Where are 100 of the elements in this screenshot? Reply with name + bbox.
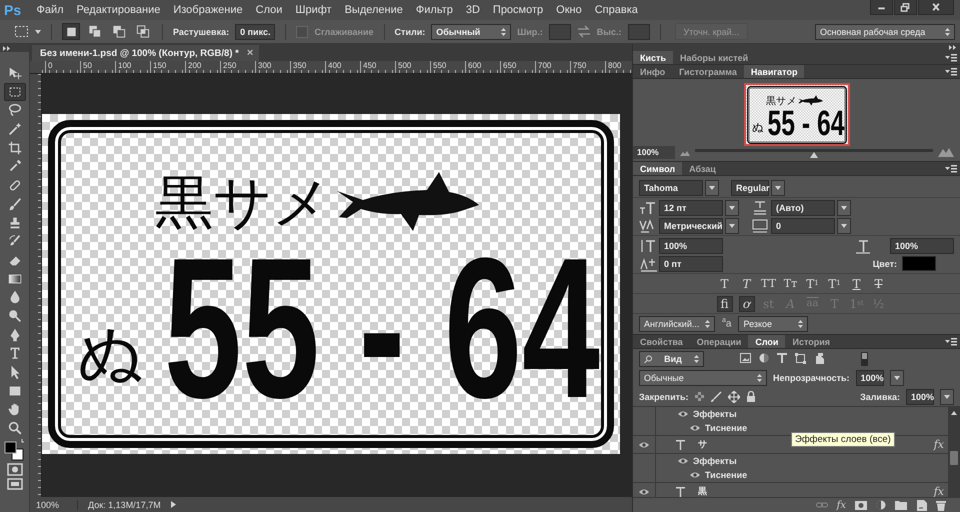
trash-icon[interactable] bbox=[936, 500, 946, 510]
kerning-field[interactable]: Метрический bbox=[659, 218, 723, 234]
panel-tab[interactable]: Инфо bbox=[633, 65, 672, 78]
effects-badge[interactable]: fx bbox=[934, 485, 944, 497]
panel-tab[interactable]: Навигатор bbox=[744, 65, 804, 78]
text-style-button[interactable]: T bbox=[716, 276, 732, 292]
arrow-icon[interactable] bbox=[170, 501, 176, 508]
panel-tab[interactable]: Наборы кистей bbox=[672, 51, 756, 64]
menu-item[interactable]: Слои bbox=[249, 4, 289, 16]
baseline-field[interactable]: 0 пт bbox=[659, 256, 723, 272]
blend-mode-dropdown[interactable]: Обычные bbox=[639, 370, 767, 386]
navigator-preview[interactable]: 黒サメ ぬ 55 - 64 bbox=[744, 83, 850, 146]
text-style-button[interactable]: T bbox=[848, 276, 864, 292]
lock-icon[interactable] bbox=[746, 391, 756, 402]
effects-label[interactable]: Эффекты bbox=[693, 409, 737, 419]
font-size-field[interactable]: 12 пт bbox=[659, 200, 723, 216]
swap-icon[interactable] bbox=[576, 25, 591, 38]
toggle-switch[interactable] bbox=[861, 352, 868, 366]
checkerboard-icon[interactable] bbox=[694, 392, 704, 401]
scrollbar-thumb[interactable] bbox=[950, 451, 958, 465]
add-style-button[interactable]: fx bbox=[836, 500, 846, 510]
scroll-up-icon[interactable] bbox=[951, 411, 957, 415]
move-icon[interactable] bbox=[728, 390, 740, 402]
dropdown-button[interactable] bbox=[890, 370, 904, 386]
color-swatches[interactable] bbox=[2, 438, 26, 462]
close-button[interactable]: × bbox=[246, 47, 254, 59]
menu-item[interactable]: Файл bbox=[30, 4, 70, 16]
circle-icon[interactable] bbox=[759, 353, 769, 363]
panel-menu-icon[interactable] bbox=[945, 164, 957, 173]
panel-tab[interactable]: Кисть bbox=[633, 51, 673, 64]
new-layer-icon[interactable] bbox=[916, 500, 927, 510]
adjustment-icon[interactable] bbox=[876, 500, 886, 510]
panel-tab[interactable]: Операции bbox=[690, 335, 748, 348]
menu-item[interactable]: Изображение bbox=[166, 4, 250, 16]
type-icon[interactable] bbox=[777, 353, 787, 363]
menu-item[interactable]: Просмотр bbox=[486, 4, 550, 16]
quick-mask-icon[interactable] bbox=[6, 462, 24, 477]
intersect-selection-icon[interactable] bbox=[134, 23, 152, 40]
minimize-icon[interactable] bbox=[870, 0, 893, 15]
panel-tab[interactable]: Абзац bbox=[682, 162, 723, 175]
mask-icon[interactable] bbox=[855, 500, 867, 510]
dropdown-button[interactable] bbox=[837, 218, 851, 234]
folder-icon[interactable] bbox=[895, 500, 907, 510]
dropdown-button[interactable] bbox=[940, 388, 954, 404]
eye-icon[interactable] bbox=[690, 471, 700, 479]
small-mountain-icon[interactable] bbox=[680, 150, 690, 156]
font-family-field[interactable]: Tahoma bbox=[639, 180, 703, 196]
fill-field[interactable]: 100% bbox=[906, 388, 934, 404]
eye-icon[interactable] bbox=[639, 488, 649, 496]
panel-tab[interactable]: Символ bbox=[633, 162, 682, 175]
text-style-button[interactable]: TT bbox=[760, 276, 776, 292]
opentype-button[interactable]: ơ bbox=[738, 296, 754, 312]
large-mountain-icon[interactable] bbox=[938, 148, 954, 157]
restore-icon[interactable] bbox=[894, 0, 917, 15]
panel-menu-icon[interactable] bbox=[945, 67, 957, 76]
panel-tab[interactable]: Слои bbox=[748, 335, 786, 348]
dropdown-button[interactable] bbox=[771, 180, 785, 196]
color-swatch[interactable] bbox=[902, 256, 936, 271]
effects-label[interactable]: Эффекты bbox=[693, 456, 737, 466]
text-style-button[interactable]: T bbox=[870, 276, 886, 292]
slider-thumb[interactable] bbox=[810, 152, 818, 158]
workspace-dropdown[interactable]: Основная рабочая среда bbox=[815, 24, 955, 40]
filter-dropdown[interactable]: Вид bbox=[639, 350, 704, 366]
antialias-dropdown[interactable]: Резкое bbox=[738, 316, 808, 332]
tracking-field[interactable]: 0 bbox=[771, 218, 835, 234]
eye-icon[interactable] bbox=[639, 440, 649, 448]
menu-item[interactable]: Фильтр bbox=[409, 4, 460, 16]
font-style-field[interactable]: Regular bbox=[731, 180, 769, 196]
scrollbar[interactable] bbox=[948, 407, 960, 497]
zoom-field[interactable]: 100% bbox=[633, 146, 675, 159]
marquee-icon[interactable] bbox=[4, 82, 26, 101]
document-tab[interactable]: Без имени-1.psd @ 100% (Контур, RGB/8) * × bbox=[32, 45, 260, 61]
transform-icon[interactable] bbox=[795, 353, 806, 364]
text-style-button[interactable]: T bbox=[738, 276, 754, 292]
menu-item[interactable]: Окно bbox=[550, 4, 588, 16]
menu-item[interactable]: Выделение bbox=[338, 4, 410, 16]
panel-tab[interactable]: История bbox=[785, 335, 838, 348]
menu-item[interactable]: Редактирование bbox=[70, 4, 167, 16]
vertical-scale-field[interactable]: 100% bbox=[659, 238, 723, 254]
screen-mode-icon[interactable] bbox=[6, 476, 24, 491]
opentype-button[interactable]: fi bbox=[716, 296, 732, 312]
dropdown-button[interactable] bbox=[705, 180, 719, 196]
layer-name[interactable]: 黒 bbox=[698, 485, 707, 497]
dropdown-button[interactable] bbox=[837, 200, 851, 216]
eye-icon[interactable] bbox=[678, 457, 688, 465]
width-field[interactable] bbox=[548, 24, 571, 40]
effects-badge[interactable]: fx bbox=[934, 438, 944, 451]
close-icon[interactable] bbox=[918, 0, 954, 15]
height-field[interactable] bbox=[628, 24, 650, 40]
horizontal-scale-field[interactable]: 100% bbox=[890, 238, 954, 254]
feather-field[interactable]: 0 пикс. bbox=[235, 24, 276, 40]
text-style-button[interactable]: T$^{1}$ bbox=[804, 276, 820, 292]
layer-name[interactable]: サ bbox=[698, 438, 707, 451]
new-selection-icon[interactable] bbox=[62, 23, 80, 40]
panel-tab[interactable]: Гистограмма bbox=[672, 65, 744, 78]
document-icon[interactable] bbox=[814, 353, 824, 364]
effect-label[interactable]: Тиснение bbox=[705, 470, 748, 480]
dropdown-button[interactable] bbox=[725, 218, 739, 234]
image-icon[interactable] bbox=[740, 353, 751, 363]
panel-menu-icon[interactable] bbox=[945, 337, 957, 346]
